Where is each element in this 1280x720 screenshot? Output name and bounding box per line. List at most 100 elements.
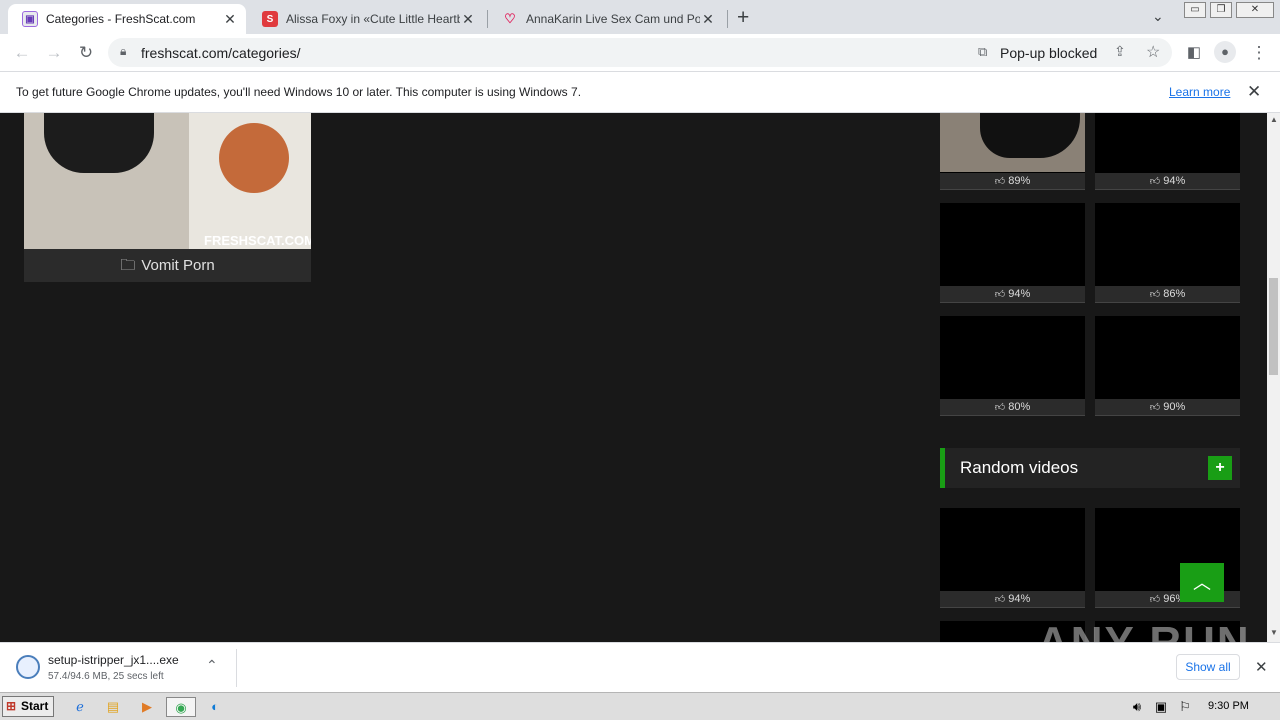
- tab-annakarin[interactable]: ♡ AnnaKarin Live Sex Cam und Porno ✕: [488, 4, 724, 34]
- random-videos-more-button[interactable]: +: [1208, 456, 1232, 480]
- tab-separator: [727, 10, 728, 28]
- thumbs-up-icon: 👍︎: [994, 289, 1006, 300]
- rating-bar: 👍︎ 86%: [1095, 286, 1240, 303]
- close-window-button[interactable]: ✕: [1236, 2, 1274, 18]
- thumbs-up-icon: 👍︎: [1149, 176, 1161, 187]
- tab-strip: ▣ Categories - FreshScat.com ✕ S Alissa …: [0, 0, 1280, 34]
- profile-avatar-icon[interactable]: ●: [1214, 41, 1236, 63]
- minimize-button[interactable]: ▭: [1184, 2, 1206, 18]
- download-bar-close-icon[interactable]: ✕: [1255, 658, 1268, 676]
- url-text[interactable]: freshscat.com/categories/: [141, 45, 301, 61]
- rating-bar: 👍︎ 94%: [1095, 173, 1240, 190]
- rating-bar: 👍︎ 80%: [940, 399, 1085, 416]
- infobar-close-icon[interactable]: ✕: [1247, 82, 1261, 102]
- tab-title: Alissa Foxy in «Cute Little Heartbrea: [286, 12, 460, 26]
- new-tab-button[interactable]: +: [737, 6, 749, 30]
- reload-icon[interactable]: ↻: [75, 42, 97, 64]
- scroll-down-arrow-icon[interactable]: ▼: [1270, 628, 1278, 637]
- windows-taskbar: ⊞ Start ℯ ▤ ▶ ◉ ◐ 🔊︎ ▣ ⚐ 9:30 PM: [0, 692, 1280, 720]
- thumbs-up-icon: 👍︎: [1149, 402, 1161, 413]
- start-label: Start: [21, 699, 49, 713]
- folder-icon: 🗀: [120, 257, 136, 274]
- download-progress-icon: [16, 655, 40, 679]
- browser-toolbar: ← → ↻ 🔒︎ freshscat.com/categories/ ⧉ Pop…: [0, 34, 1280, 71]
- back-arrow-icon[interactable]: ←: [11, 42, 33, 64]
- tab-title: AnnaKarin Live Sex Cam und Porno: [526, 12, 700, 26]
- tab-categories[interactable]: ▣ Categories - FreshScat.com ✕: [8, 4, 246, 34]
- file-explorer-icon[interactable]: ▤: [103, 697, 123, 717]
- rating-value: 94%: [1008, 593, 1031, 605]
- internet-explorer-icon[interactable]: ℯ: [70, 697, 90, 717]
- thumbs-up-icon: 👍︎: [1149, 594, 1161, 605]
- tab-close-icon[interactable]: ✕: [700, 11, 716, 28]
- back-to-top-button[interactable]: ︿: [1180, 563, 1224, 602]
- start-button[interactable]: ⊞ Start: [2, 696, 54, 717]
- thumbs-up-icon: 👍︎: [1149, 289, 1161, 300]
- address-bar[interactable]: 🔒︎ freshscat.com/categories/ ⧉ Pop-up bl…: [108, 38, 1172, 67]
- restore-button[interactable]: ❐: [1210, 2, 1232, 18]
- thumbnail-watermark: FRESHSCAT.COM: [204, 233, 311, 248]
- rating-value: 89%: [1008, 175, 1031, 187]
- tab-close-icon[interactable]: ✕: [222, 11, 238, 28]
- tab-title: Categories - FreshScat.com: [46, 12, 196, 26]
- rating-bar: 👍︎ 94%: [940, 591, 1085, 608]
- heart-favicon-icon: ♡: [504, 11, 516, 26]
- thumbs-up-icon: 👍︎: [994, 594, 1006, 605]
- popup-blocked-label[interactable]: Pop-up blocked: [1000, 45, 1097, 61]
- edge-icon[interactable]: ◐: [205, 697, 225, 717]
- popup-blocked-icon[interactable]: ⧉: [978, 44, 987, 60]
- download-bar: setup-istripper_jx1....exe 57.4/94.6 MB,…: [0, 642, 1280, 692]
- network-icon[interactable]: ▣: [1151, 697, 1171, 717]
- video-thumbnail[interactable]: 👍︎ 94%: [940, 203, 1085, 303]
- lock-icon[interactable]: 🔒︎: [120, 44, 126, 59]
- video-thumbnail[interactable]: 👍︎ 89%: [940, 113, 1085, 190]
- stripchat-favicon-icon: S: [262, 11, 278, 27]
- infobar-message: To get future Google Chrome updates, you…: [16, 85, 582, 99]
- clock[interactable]: 9:30 PM: [1208, 700, 1249, 712]
- random-videos-title: Random videos: [960, 458, 1079, 477]
- rating-value: 94%: [1163, 175, 1186, 187]
- rating-value: 90%: [1163, 401, 1186, 413]
- video-thumbnail[interactable]: 👍︎ 80%: [940, 316, 1085, 416]
- learn-more-link[interactable]: Learn more: [1169, 85, 1230, 99]
- volume-icon[interactable]: 🔊︎: [1127, 697, 1147, 717]
- category-label-bar[interactable]: 🗀 Vomit Porn: [24, 249, 311, 282]
- download-chevron-up-icon[interactable]: ⌃: [206, 657, 218, 674]
- category-card[interactable]: FRESHSCAT.COM 🗀 Vomit Porn: [24, 113, 311, 282]
- rating-bar: 👍︎ 89%: [940, 173, 1085, 190]
- side-panel-icon[interactable]: ◧: [1183, 42, 1205, 64]
- bookmark-star-icon[interactable]: ☆: [1146, 42, 1160, 62]
- media-player-icon[interactable]: ▶: [137, 697, 157, 717]
- category-thumbnail[interactable]: FRESHSCAT.COM: [24, 113, 311, 249]
- video-thumbnail[interactable]: 👍︎ 94%: [1095, 113, 1240, 190]
- thumbnail-figure-shape: [44, 113, 154, 173]
- chevron-up-icon: ︿: [1193, 573, 1211, 593]
- scrollbar-thumb[interactable]: [1269, 278, 1278, 375]
- page-scrollbar[interactable]: ▲ ▼: [1267, 113, 1280, 642]
- random-videos-header: Random videos +: [940, 448, 1240, 488]
- download-status: 57.4/94.6 MB, 25 secs left: [48, 671, 164, 682]
- action-center-flag-icon[interactable]: ⚐: [1175, 697, 1195, 717]
- rating-bar: 👍︎ 90%: [1095, 399, 1240, 416]
- forward-arrow-icon[interactable]: →: [43, 42, 65, 64]
- video-thumbnail[interactable]: 👍︎ 86%: [1095, 203, 1240, 303]
- tab-search-chevron-down-icon[interactable]: ⌄: [1152, 8, 1164, 25]
- category-label[interactable]: Vomit Porn: [141, 257, 214, 274]
- video-thumbnail[interactable]: 👍︎ 90%: [1095, 316, 1240, 416]
- kebab-menu-icon[interactable]: ⋮: [1248, 42, 1270, 64]
- anyrun-watermark: ANY RUN: [1037, 618, 1251, 642]
- tab-close-icon[interactable]: ✕: [460, 11, 476, 28]
- scroll-up-arrow-icon[interactable]: ▲: [1270, 115, 1278, 124]
- tab-alissa-foxy[interactable]: S Alissa Foxy in «Cute Little Heartbrea …: [248, 4, 484, 34]
- windows-logo-icon: ⊞: [6, 699, 17, 713]
- update-infobar: To get future Google Chrome updates, you…: [0, 71, 1280, 113]
- share-icon[interactable]: ⇪: [1114, 43, 1126, 60]
- chrome-taskbar-icon[interactable]: ◉: [166, 697, 196, 717]
- video-thumbnail[interactable]: 👍︎ 94%: [940, 508, 1085, 608]
- thumbs-up-icon: 👍︎: [994, 176, 1006, 187]
- download-divider: [236, 649, 237, 687]
- rating-value: 80%: [1008, 401, 1031, 413]
- rating-value: 86%: [1163, 288, 1186, 300]
- show-all-button[interactable]: Show all: [1176, 654, 1240, 680]
- download-filename[interactable]: setup-istripper_jx1....exe: [48, 653, 179, 667]
